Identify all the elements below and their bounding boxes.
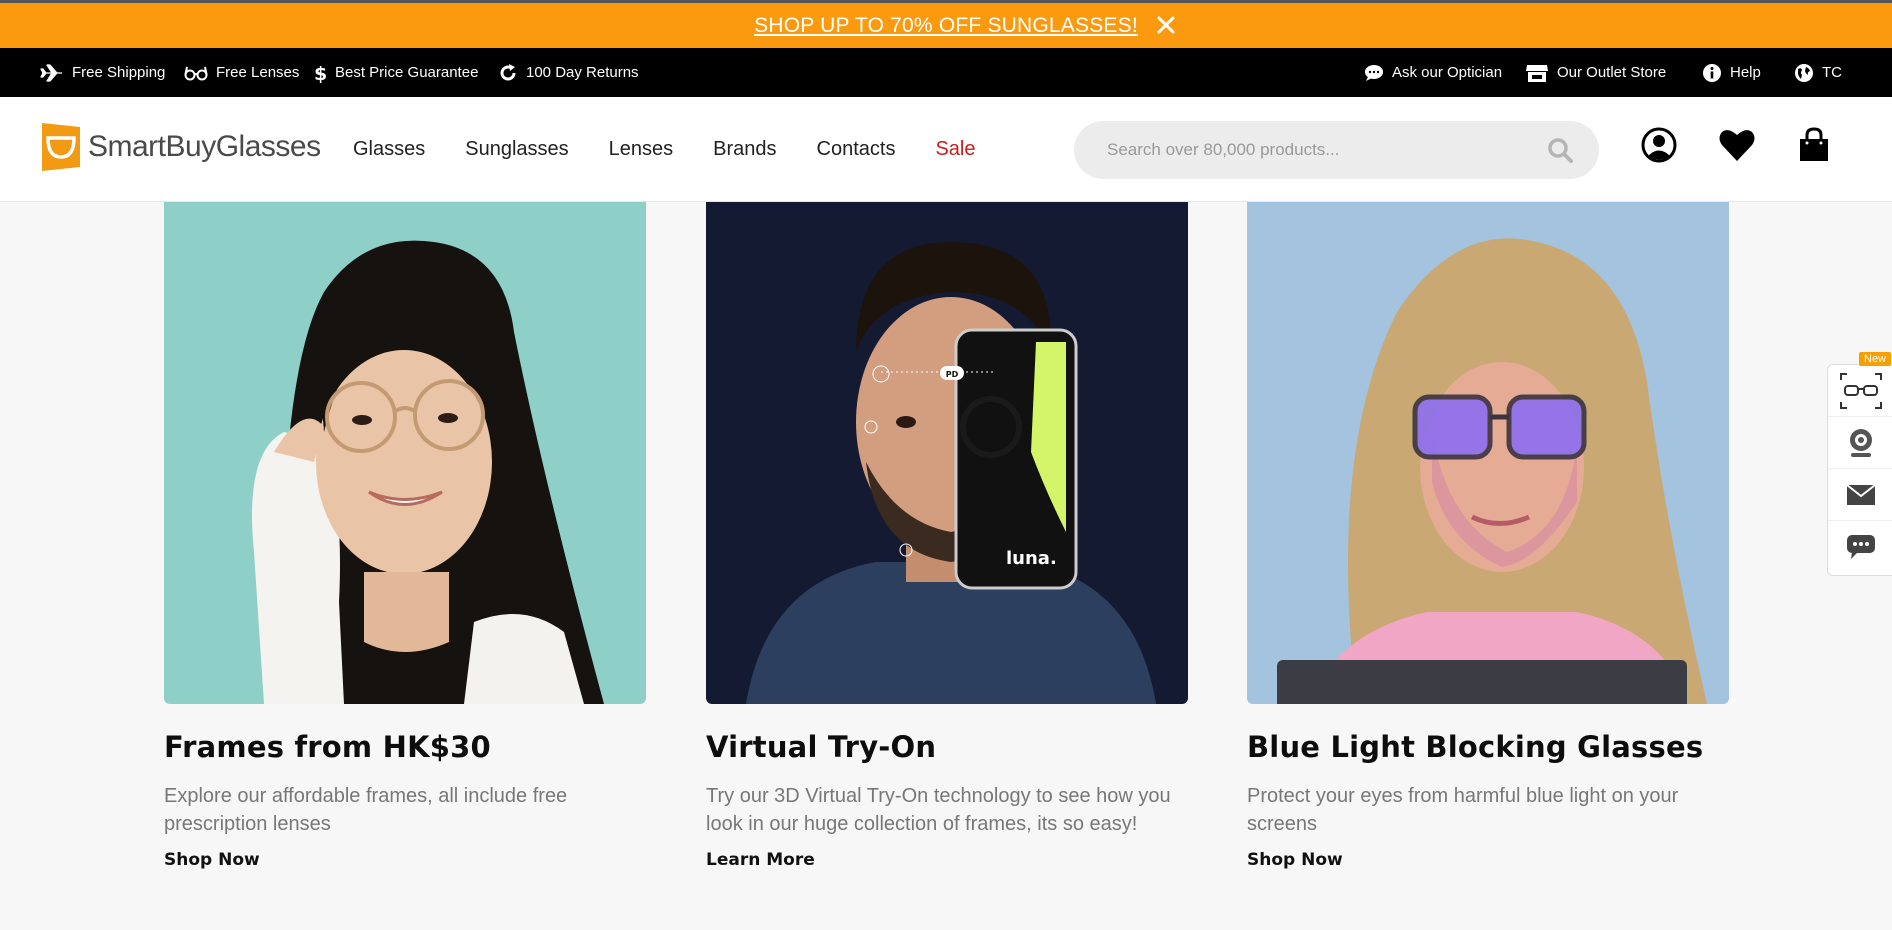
- free-lenses-link[interactable]: Free Lenses: [184, 48, 299, 97]
- phone-brand-label: luna.: [1006, 548, 1057, 569]
- promo-card-frames: Frames from HK$30 Explore our affordable…: [164, 202, 646, 870]
- search-icon[interactable]: [1547, 137, 1573, 163]
- sidebar-email[interactable]: [1828, 469, 1892, 521]
- nav-sunglasses[interactable]: Sunglasses: [465, 138, 568, 161]
- glasses-icon: [184, 66, 208, 80]
- utility-bar: Free Shipping Free Lenses $ Best Price G…: [0, 48, 1892, 97]
- promo-card-blue-light: Blue Light Blocking Glasses Protect your…: [1247, 202, 1729, 870]
- virtual-try-on-image[interactable]: PD luna.: [706, 202, 1188, 704]
- learn-more-link[interactable]: Learn More: [706, 850, 815, 870]
- nav-contacts[interactable]: Contacts: [817, 138, 896, 161]
- outlet-store-label: Our Outlet Store: [1557, 64, 1667, 81]
- svg-text:$: $: [314, 63, 327, 84]
- info-icon: [1703, 63, 1721, 82]
- logo-text: SmartBuyGlasses: [88, 130, 321, 163]
- mail-icon: [1845, 483, 1876, 505]
- nav-brands[interactable]: Brands: [713, 138, 776, 161]
- logo[interactable]: SmartBuyGlasses: [40, 121, 321, 173]
- sidebar-chat[interactable]: [1828, 521, 1892, 573]
- shopping-bag-icon[interactable]: [1797, 127, 1831, 163]
- main-header: SmartBuyGlasses Glasses Sunglasses Lense…: [0, 97, 1892, 202]
- virtual-try-on-illustration: PD luna.: [746, 242, 1156, 704]
- store-icon: [1526, 64, 1548, 82]
- frames-model-image[interactable]: [164, 202, 646, 704]
- promo-link[interactable]: SHOP UP TO 70% OFF SUNGLASSES!: [754, 14, 1138, 38]
- nav-sale[interactable]: Sale: [935, 138, 975, 161]
- webcam-icon: [1849, 428, 1872, 457]
- main-nav: Glasses Sunglasses Lenses Brands Contact…: [353, 97, 1016, 202]
- free-shipping-label: Free Shipping: [72, 64, 166, 81]
- card-description: Try our 3D Virtual Try-On technology to …: [706, 785, 1171, 835]
- help-label: Help: [1730, 64, 1761, 81]
- card-description: Protect your eyes from harmful blue ligh…: [1247, 785, 1679, 835]
- frames-model-illustration: [252, 240, 604, 704]
- card-title: Frames from HK$30: [164, 730, 491, 764]
- face-scan-glasses-icon: [1839, 372, 1882, 409]
- phone-pd-label: PD: [946, 370, 959, 379]
- returns-label: 100 Day Returns: [526, 64, 639, 81]
- best-price-label: Best Price Guarantee: [335, 64, 479, 81]
- account-icon[interactable]: [1641, 127, 1677, 163]
- promo-card-virtual-try-on: PD luna. Virtual Try-On Try our 3D Virtu…: [706, 202, 1188, 870]
- promo-banner: SHOP UP TO 70% OFF SUNGLASSES!: [0, 3, 1892, 48]
- nav-glasses[interactable]: Glasses: [353, 138, 425, 161]
- blue-light-model-illustration: [1277, 238, 1707, 704]
- ask-optician-link[interactable]: Ask our Optician: [1364, 48, 1502, 97]
- close-icon[interactable]: [1154, 13, 1178, 37]
- ask-optician-label: Ask our Optician: [1392, 64, 1503, 81]
- wishlist-heart-icon[interactable]: [1718, 127, 1756, 163]
- logo-glasses-icon: [42, 123, 80, 171]
- region-selector[interactable]: TC: [1794, 48, 1842, 97]
- plane-icon: [40, 63, 62, 82]
- globe-icon: [1795, 63, 1813, 82]
- search-input[interactable]: [1107, 140, 1527, 160]
- free-lenses-label: Free Lenses: [216, 64, 300, 81]
- new-badge: New: [1859, 352, 1892, 366]
- best-price-link[interactable]: $ Best Price Guarantee: [313, 48, 478, 97]
- card-title: Blue Light Blocking Glasses: [1247, 730, 1704, 764]
- search-bar: [1074, 121, 1599, 179]
- floating-sidebar: [1827, 364, 1892, 576]
- return-icon: [500, 63, 516, 80]
- shop-now-link[interactable]: Shop Now: [1247, 850, 1343, 870]
- card-title: Virtual Try-On: [706, 730, 937, 764]
- sidebar-webcam[interactable]: [1828, 417, 1892, 469]
- chat-bubble-icon: [1365, 64, 1383, 81]
- help-link[interactable]: Help: [1702, 48, 1761, 97]
- returns-link[interactable]: 100 Day Returns: [498, 48, 639, 97]
- region-label: TC: [1822, 64, 1842, 81]
- shop-now-link[interactable]: Shop Now: [164, 850, 260, 870]
- nav-lenses[interactable]: Lenses: [609, 138, 674, 161]
- sidebar-virtual-try-on[interactable]: [1828, 365, 1892, 417]
- outlet-store-link[interactable]: Our Outlet Store: [1525, 48, 1666, 97]
- card-description: Explore our affordable frames, all inclu…: [164, 785, 568, 835]
- free-shipping-link[interactable]: Free Shipping: [40, 48, 165, 97]
- chat-icon: [1846, 535, 1875, 559]
- dollar-icon: $: [314, 63, 327, 84]
- blue-light-model-image[interactable]: [1247, 202, 1729, 704]
